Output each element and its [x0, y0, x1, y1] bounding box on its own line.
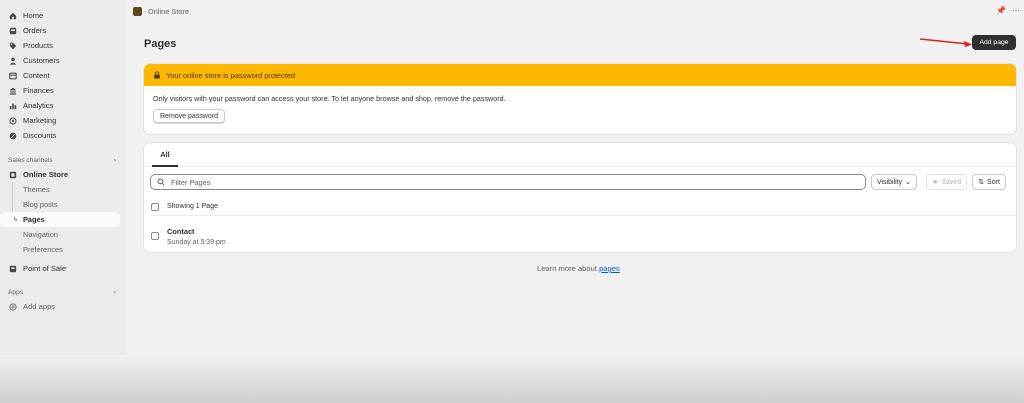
apps-label: Apps: [8, 288, 24, 296]
store-name: Online Store: [148, 6, 190, 16]
orders-icon: [9, 27, 17, 35]
nav-label: Customers: [23, 56, 60, 65]
row-subtitle: Sunday at 5:39 pm: [167, 238, 226, 246]
nav-discounts[interactable]: Discounts: [0, 128, 126, 143]
lock-icon: [154, 71, 160, 79]
sidebar: Home Orders Products Customers Content F…: [0, 0, 126, 403]
store-icon: [9, 171, 17, 179]
saved-label: Saved: [941, 178, 962, 186]
nav-label: Point of Sale: [23, 264, 67, 273]
sales-channels-header[interactable]: Sales channels ›: [0, 153, 126, 167]
sub-label: Pages: [23, 215, 45, 224]
nav-label: Marketing: [23, 116, 57, 125]
nav-point-of-sale[interactable]: Point of Sale: [0, 261, 126, 276]
page-title: Pages: [144, 38, 177, 50]
sub-label: Preferences: [23, 245, 63, 254]
nav-label: Orders: [23, 26, 47, 35]
table-row[interactable]: Contact Sunday at 5:39 pm: [151, 222, 1016, 250]
chart-icon: [9, 102, 17, 110]
top-bar: Online Store 📌 ⋯: [126, 0, 1024, 22]
banner-text: Only visitors with your password can acc…: [153, 94, 506, 103]
sub-label: Navigation: [23, 230, 58, 239]
showing-count: Showing 1 Page: [167, 203, 218, 210]
pin-icon[interactable]: 📌: [996, 6, 1006, 15]
sort-icon: ⇅: [978, 179, 985, 186]
nav-label: Products: [23, 41, 53, 50]
nav-online-store[interactable]: Online Store: [0, 167, 126, 182]
sub-item-blog-posts[interactable]: Blog posts: [0, 197, 126, 212]
learn-more: Learn more about pages: [537, 264, 620, 273]
filter-row: Filter Pages Visibility ⌄ ★ Saved ⇅ Sort: [150, 174, 1010, 190]
nav-label: Content: [23, 71, 50, 80]
nav-label: Add apps: [23, 302, 56, 311]
search-placeholder: Filter Pages: [171, 177, 211, 187]
bank-icon: [9, 87, 17, 95]
sub-label: Blog posts: [23, 200, 58, 209]
bottom-shade: [0, 355, 1024, 403]
sub-item-preferences[interactable]: Preferences: [0, 242, 126, 257]
learn-more-link[interactable]: pages: [599, 264, 620, 273]
select-all-row: Showing 1 Page: [151, 198, 1016, 216]
sub-item-pages[interactable]: ↳ Pages: [0, 212, 120, 227]
search-input[interactable]: Filter Pages: [150, 174, 866, 190]
person-icon: [9, 57, 17, 65]
sub-item-navigation[interactable]: Navigation: [0, 227, 126, 242]
more-icon[interactable]: ⋯: [1012, 6, 1020, 15]
nav-label: Analytics: [23, 101, 54, 110]
search-icon: [157, 178, 165, 186]
sub-label: Themes: [23, 185, 50, 194]
home-icon: [9, 12, 17, 20]
sub-item-themes[interactable]: Themes: [0, 182, 126, 197]
nav-label: Discounts: [23, 131, 57, 140]
top-actions: 📌 ⋯: [996, 6, 1020, 15]
row-title[interactable]: Contact: [167, 227, 226, 236]
plus-circle-icon: [9, 302, 17, 311]
password-banner: Your online store is password protected …: [144, 64, 1016, 134]
row-checkbox[interactable]: [151, 232, 159, 240]
banner-title: Your online store is password protected: [166, 70, 296, 80]
nav-orders[interactable]: Orders: [0, 23, 126, 38]
nav-content[interactable]: Content: [0, 68, 126, 83]
red-arrow-annotation: [919, 38, 972, 47]
nav-analytics[interactable]: Analytics: [0, 98, 126, 113]
nav-finances[interactable]: Finances: [0, 83, 126, 98]
select-all-checkbox[interactable]: [151, 202, 159, 211]
pages-list-card: All Filter Pages Visibility ⌄ ★ Saved ⇅ …: [144, 143, 1016, 252]
nav-home[interactable]: Home: [0, 8, 126, 23]
nav-customers[interactable]: Customers: [0, 53, 126, 68]
content-icon: [9, 72, 17, 80]
sort-button[interactable]: ⇅ Sort: [972, 174, 1006, 190]
saved-button[interactable]: ★ Saved: [926, 174, 968, 190]
nav-marketing[interactable]: Marketing: [0, 113, 126, 128]
pos-icon: [9, 265, 17, 273]
sort-label: Sort: [987, 178, 1000, 186]
banner-body: Only visitors with your password can acc…: [144, 86, 1016, 131]
discount-icon: [9, 132, 17, 140]
visibility-label: Visibility: [877, 178, 903, 186]
add-page-button[interactable]: Add page: [972, 35, 1016, 50]
tree-branch-icon: ↳: [13, 217, 19, 223]
target-icon: [9, 116, 17, 125]
tag-icon: [9, 42, 17, 50]
tab-all[interactable]: All: [152, 150, 178, 167]
nav-label: Finances: [23, 86, 54, 95]
nav-add-apps[interactable]: Add apps: [0, 299, 126, 314]
nav-products[interactable]: Products: [0, 38, 126, 53]
visibility-dropdown[interactable]: Visibility ⌄: [871, 174, 918, 190]
learn-more-text: Learn more about: [537, 264, 597, 273]
chevron-down-icon: ⌄: [905, 179, 912, 186]
banner-header: Your online store is password protected: [144, 64, 1016, 86]
nav-label: Home: [23, 11, 44, 20]
store-logo-icon: [133, 6, 142, 16]
star-icon: ★: [932, 179, 939, 186]
remove-password-button[interactable]: Remove password: [153, 109, 225, 123]
nav-label: Online Store: [23, 170, 69, 179]
sales-channels-label: Sales channels: [8, 156, 53, 164]
apps-header[interactable]: Apps ›: [0, 285, 126, 299]
tabs: All: [144, 143, 1016, 167]
chevron-right-icon: ›: [113, 288, 116, 296]
chevron-right-icon: ›: [113, 156, 116, 164]
